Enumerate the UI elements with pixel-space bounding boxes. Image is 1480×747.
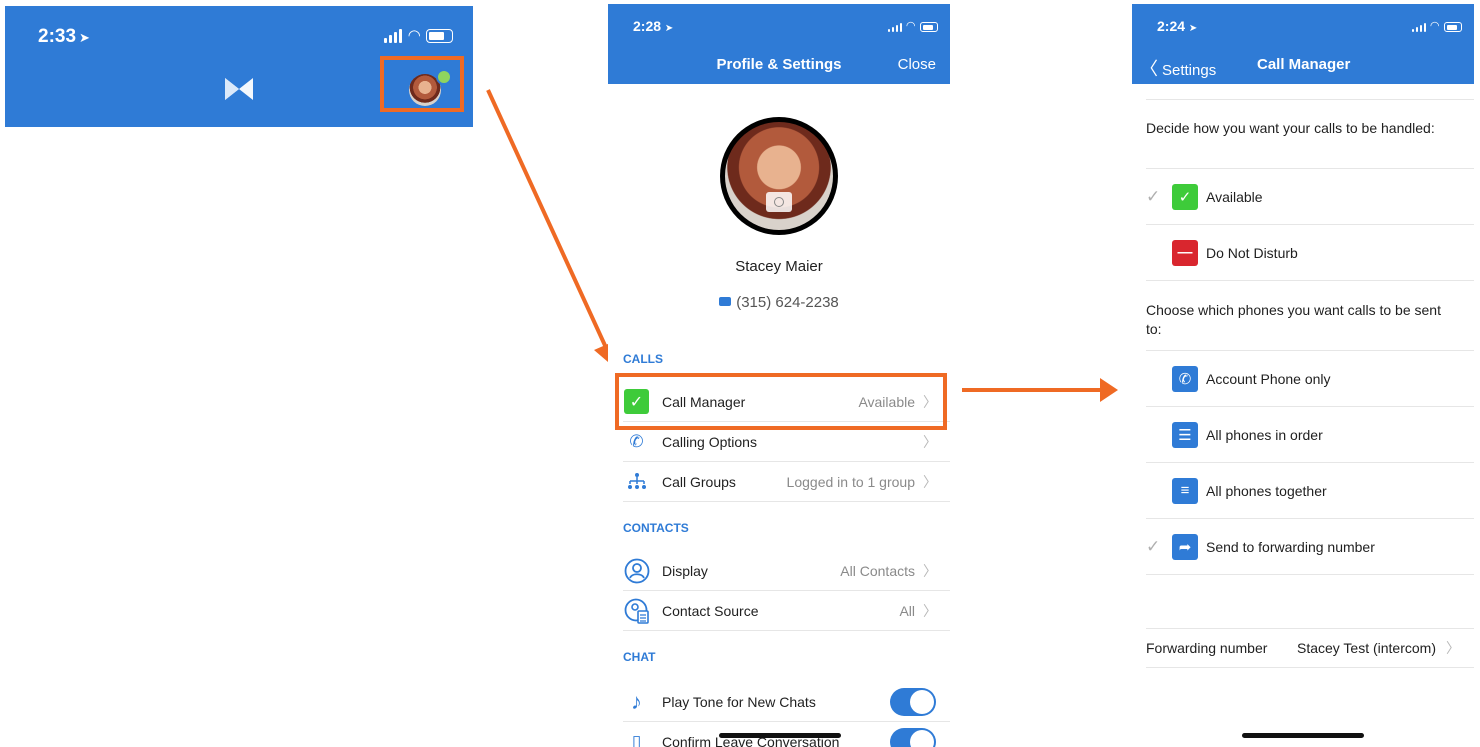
music-note-icon: ♪	[631, 688, 642, 714]
checkmark-icon: ✓	[1146, 536, 1161, 556]
available-icon: ✓	[1172, 183, 1198, 210]
confirm-leave-toggle[interactable]	[890, 728, 936, 747]
handling-description: Decide how you want your calls to be han…	[1146, 120, 1435, 136]
avatar	[725, 122, 833, 230]
navbar: 2:28 ➤ ◠ Profile & Settings Close	[608, 4, 950, 84]
profile-settings-screen: 2:28 ➤ ◠ Profile & Settings Close Stacey…	[608, 4, 950, 747]
signal-icon	[1411, 23, 1426, 32]
routing-description: Choose which phones you want calls to be…	[1146, 302, 1441, 337]
row-label: Play Tone for New Chats	[662, 693, 816, 710]
option-label: All phones together	[1206, 482, 1327, 499]
ordered-list-icon: ☰	[1172, 421, 1198, 448]
battery-icon	[426, 29, 453, 43]
profile-avatar-highlight[interactable]	[380, 56, 464, 112]
forward-arrow-icon: ➦	[1172, 533, 1198, 560]
forwarding-label: Forwarding number	[1146, 640, 1268, 656]
forwarding-number-row[interactable]: Forwarding number Stacey Test (intercom)…	[1146, 628, 1474, 668]
arrowhead-icon	[1100, 378, 1118, 402]
page-title: Call Manager	[1257, 56, 1351, 73]
section-contacts: CONTACTS	[623, 521, 689, 535]
option-send-to-forwarding[interactable]: ✓ ➦ Send to forwarding number	[1146, 519, 1474, 575]
row-value: All Contacts	[840, 562, 915, 579]
chevron-right-icon: 〉	[923, 562, 937, 579]
profile-name: Stacey Maier	[735, 258, 823, 275]
call-manager-screen: 2:24 ➤ ◠ 〈 Settings Call Manager Decide h…	[1132, 4, 1474, 747]
status-icons: ◠	[1411, 20, 1462, 32]
chevron-right-icon: 〉	[923, 473, 937, 490]
forwarding-value: Stacey Test (intercom)	[1296, 640, 1436, 656]
do-not-disturb-icon: —	[1172, 239, 1198, 266]
status-icons: ◠	[384, 28, 453, 43]
option-label: Do Not Disturb	[1206, 244, 1298, 261]
person-circle-icon	[623, 557, 650, 584]
battery-icon	[1444, 22, 1462, 32]
call-groups-row[interactable]: Call Groups Logged in to 1 group 〉	[623, 462, 950, 502]
row-label: Call Groups	[662, 473, 736, 490]
option-available[interactable]: ✓ ✓ Available	[1146, 169, 1474, 225]
section-chat: CHAT	[623, 650, 656, 664]
option-label: Send to forwarding number	[1206, 538, 1375, 555]
row-value: All	[899, 602, 915, 619]
status-time: 2:28 ➤	[633, 18, 674, 34]
close-button[interactable]: Close	[898, 56, 936, 73]
status-icons: ◠	[887, 20, 938, 32]
checkmark-icon: ✓	[1146, 186, 1161, 206]
online-status-icon	[436, 69, 452, 85]
list-icon: ≡	[1172, 477, 1198, 504]
option-label: All phones in order	[1206, 426, 1323, 443]
option-label: Available	[1206, 188, 1263, 205]
play-tone-row: ♪ Play Tone for New Chats	[623, 682, 950, 722]
phone-icon: ✆	[1172, 365, 1198, 392]
phone-forward-icon: ✆	[629, 431, 644, 451]
row-label: Contact Source	[662, 602, 759, 619]
status-time: 2:33 ➤	[38, 26, 90, 47]
camera-icon[interactable]	[766, 192, 792, 212]
option-account-phone[interactable]: ✆ Account Phone only	[1146, 351, 1474, 407]
m-logo-icon	[225, 78, 253, 100]
wifi-icon: ◠	[1430, 20, 1439, 32]
option-label: Account Phone only	[1206, 370, 1331, 387]
contact-source-row[interactable]: Contact Source All 〉	[623, 591, 950, 631]
briefcase-icon	[719, 297, 732, 306]
chevron-right-icon: 〉	[923, 433, 937, 450]
profile-phone: (315) 624-2238	[608, 294, 950, 311]
navbar: 2:24 ➤ ◠ 〈 Settings Call Manager	[1132, 4, 1474, 84]
wifi-icon: ◠	[408, 27, 420, 44]
profile-photo[interactable]	[720, 117, 838, 235]
org-chart-icon	[623, 468, 650, 495]
signal-icon	[384, 29, 403, 43]
back-button[interactable]: 〈 Settings	[1140, 55, 1216, 81]
chevron-right-icon: 〉	[923, 602, 937, 619]
chevron-right-icon: 〉	[1446, 640, 1460, 656]
display-row[interactable]: Display All Contacts 〉	[623, 551, 950, 591]
arrow-to-settings	[486, 89, 610, 353]
document-icon: ▯	[631, 732, 642, 747]
status-time: 2:24 ➤	[1157, 18, 1198, 34]
home-indicator[interactable]	[1242, 733, 1364, 738]
section-calls: CALLS	[623, 352, 663, 366]
row-label: Display	[662, 562, 708, 579]
home-screen-header: 2:33 ➤ ◠	[5, 6, 473, 127]
option-all-phones-in-order[interactable]: ☰ All phones in order	[1146, 407, 1474, 463]
location-arrow-icon: ➤	[664, 23, 674, 34]
signal-icon	[887, 23, 902, 32]
location-arrow-icon: ➤	[79, 30, 90, 45]
battery-icon	[920, 22, 938, 32]
option-do-not-disturb[interactable]: — Do Not Disturb	[1146, 225, 1474, 281]
home-indicator[interactable]	[719, 733, 841, 738]
contact-card-icon	[623, 597, 650, 624]
play-tone-toggle[interactable]	[890, 687, 936, 716]
calling-options-row[interactable]: ✆ Calling Options 〉	[623, 422, 950, 462]
option-all-phones-together[interactable]: ≡ All phones together	[1146, 463, 1474, 519]
divider	[1146, 99, 1474, 100]
wifi-icon: ◠	[906, 20, 915, 32]
chevron-left-icon: 〈	[1140, 59, 1158, 79]
row-label: Calling Options	[662, 433, 757, 450]
row-value: Logged in to 1 group	[786, 473, 915, 490]
location-arrow-icon: ➤	[1188, 23, 1198, 34]
